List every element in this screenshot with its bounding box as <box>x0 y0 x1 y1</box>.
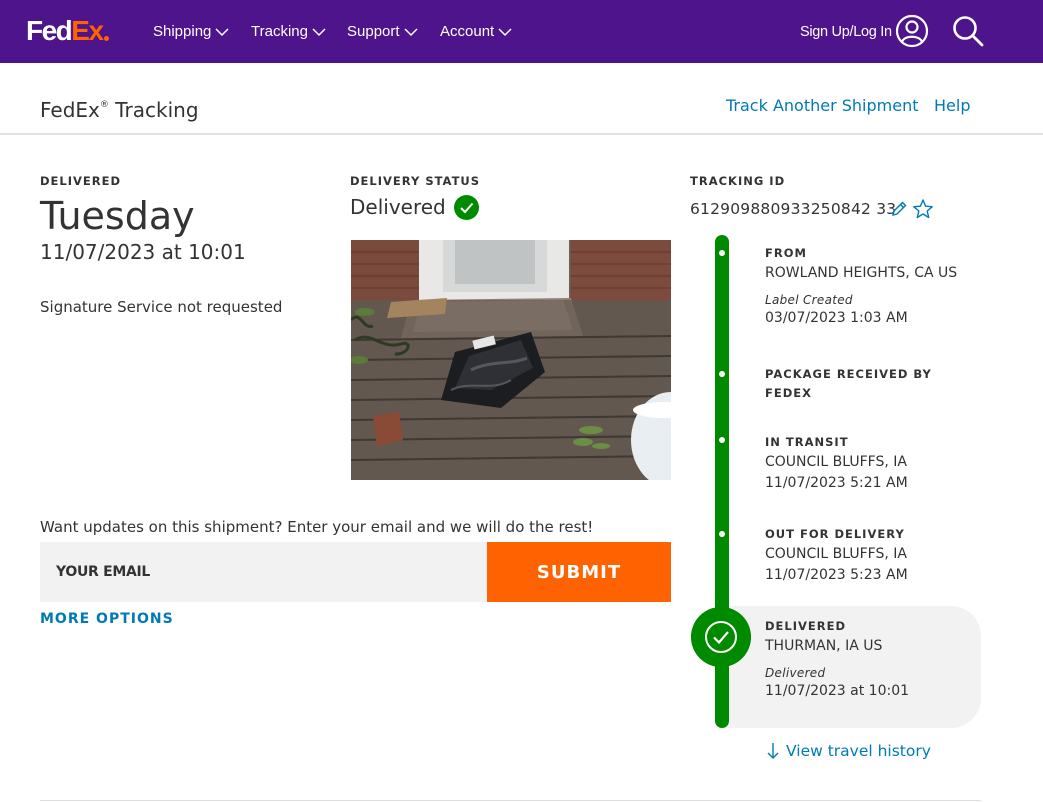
track-another-link[interactable]: Track Another Shipment <box>726 96 919 116</box>
step-time: 03/07/2023 1:03 AM <box>765 310 908 326</box>
delivered-check-icon <box>691 607 751 667</box>
tracking-id-label: TRACKING ID <box>690 174 786 188</box>
nav-support-label: Support <box>347 23 400 40</box>
page-title-brand: FedEx <box>40 98 100 122</box>
nav-shipping-label: Shipping <box>153 23 212 40</box>
step-location: ROWLAND HEIGHTS, CA US <box>765 265 958 281</box>
delivery-datetime: 11/07/2023 at 10:01 <box>40 240 246 264</box>
star-icon[interactable] <box>912 198 934 220</box>
logo-fed-text: Fed <box>26 15 73 46</box>
nav-tracking[interactable]: Tracking <box>251 22 326 42</box>
pencil-icon[interactable] <box>889 199 909 219</box>
step-sub: Delivered <box>765 666 826 680</box>
logo-dot <box>103 36 109 41</box>
top-nav: FedEx Shipping Tracking Support Account … <box>0 0 1043 63</box>
step-label: PACKAGE RECEIVED BY <box>765 367 932 381</box>
timeline-step-in-transit: IN TRANSIT COUNCIL BLUFFS, IA 11/07/2023… <box>765 433 908 494</box>
delivery-status-value: Delivered <box>350 195 446 219</box>
chevron-down-icon <box>498 28 512 37</box>
chevron-down-icon <box>312 28 326 37</box>
chevron-down-icon <box>404 28 418 37</box>
view-travel-history-link[interactable]: View travel history <box>766 740 931 762</box>
view-travel-history-label: View travel history <box>786 742 931 760</box>
help-link[interactable]: Help <box>934 96 970 116</box>
delivery-status-label: DELIVERY STATUS <box>350 174 481 188</box>
tracking-id: 612909880933250842 33 <box>690 200 897 218</box>
nav-account-label: Account <box>440 23 495 40</box>
step-location: COUNCIL BLUFFS, IA <box>765 546 907 562</box>
step-label: DELIVERED <box>765 619 847 633</box>
chevron-down-icon <box>215 28 229 37</box>
logo-ex-text: Ex <box>71 15 104 46</box>
registered-mark: ® <box>99 100 109 110</box>
timeline-step-from: FROM ROWLAND HEIGHTS, CA US Label Create… <box>765 244 957 329</box>
more-options-link[interactable]: MORE OPTIONS <box>40 610 174 628</box>
delivery-day: Tuesday <box>40 194 195 238</box>
nav-shipping[interactable]: Shipping <box>153 22 229 42</box>
step-location: THURMAN, IA US <box>765 638 883 654</box>
signin-link[interactable]: Sign Up/Log In <box>800 22 892 42</box>
fedex-logo[interactable]: FedEx <box>26 15 109 46</box>
arrow-down-icon <box>767 743 779 759</box>
timeline-step-delivered: DELIVERED THURMAN, IA US Delivered 11/07… <box>765 617 909 702</box>
user-icon[interactable] <box>895 14 929 48</box>
nav-account[interactable]: Account <box>440 22 512 42</box>
step-sub: Label Created <box>765 293 853 307</box>
submit-button[interactable]: SUBMIT <box>487 542 671 602</box>
step-location: COUNCIL BLUFFS, IA <box>765 454 907 470</box>
timeline-dot <box>719 250 725 256</box>
delivered-label: DELIVERED <box>40 174 122 188</box>
timeline-dot <box>719 437 725 443</box>
tracking-subheader: FedEx® Tracking Track Another Shipment H… <box>0 63 1043 135</box>
email-prompt: Want updates on this shipment? Enter you… <box>40 518 594 536</box>
step-label: IN TRANSIT <box>765 435 849 449</box>
check-circle-icon <box>453 194 479 220</box>
signature-note: Signature Service not requested <box>40 298 283 316</box>
nav-tracking-label: Tracking <box>251 23 308 40</box>
proof-of-delivery-photo[interactable] <box>351 240 671 480</box>
timeline-dot <box>719 531 725 537</box>
timeline-dot <box>719 371 725 377</box>
timeline-step-out-for-delivery: OUT FOR DELIVERY COUNCIL BLUFFS, IA 11/0… <box>765 525 908 586</box>
step-label: OUT FOR DELIVERY <box>765 527 905 541</box>
email-field[interactable] <box>40 542 487 602</box>
step-time: 11/07/2023 at 10:01 <box>765 683 910 699</box>
step-time: 11/07/2023 5:21 AM <box>765 475 908 491</box>
nav-support[interactable]: Support <box>347 22 418 42</box>
step-label: FROM <box>765 246 807 260</box>
step-label-line2: FEDEX <box>765 386 812 400</box>
page-title: FedEx® Tracking <box>40 93 199 122</box>
search-icon[interactable] <box>951 14 985 48</box>
page-title-suffix: Tracking <box>108 98 199 122</box>
delivery-status: Delivered <box>350 194 479 220</box>
step-time: 11/07/2023 5:23 AM <box>765 567 908 583</box>
timeline-step-received: PACKAGE RECEIVED BY FEDEX <box>765 365 932 403</box>
divider <box>40 800 981 801</box>
